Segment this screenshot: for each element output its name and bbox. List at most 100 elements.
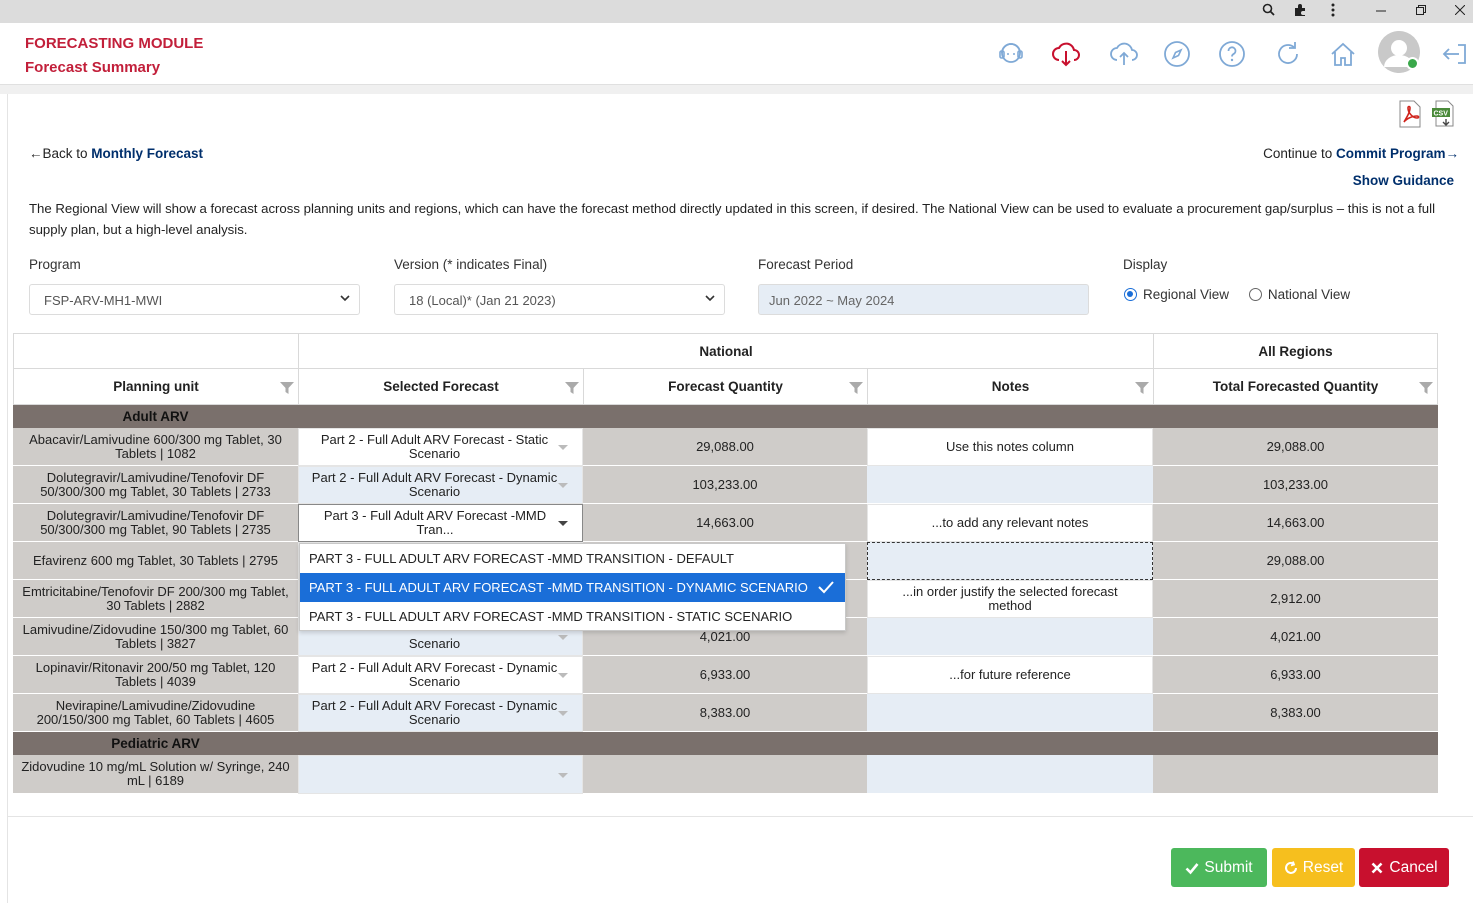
- extensions-icon[interactable]: [1293, 3, 1307, 21]
- forecast-quantity-cell: 29,088.00: [583, 428, 867, 466]
- forecast-period-label: Forecast Period: [758, 257, 854, 272]
- logout-icon[interactable]: [1440, 39, 1470, 69]
- selected-forecast-select[interactable]: Part 2 - Full Adult ARV Forecast - Stati…: [298, 428, 583, 466]
- dropdown-arrow-icon: [558, 635, 568, 640]
- notes-cell-focused[interactable]: [867, 542, 1153, 580]
- home-icon[interactable]: [1328, 39, 1358, 69]
- program-label: Program: [29, 257, 81, 272]
- selected-forecast-select[interactable]: [298, 755, 583, 794]
- notes-cell[interactable]: [867, 618, 1153, 656]
- notes-cell[interactable]: [867, 694, 1153, 732]
- column-header-total-forecasted-quantity[interactable]: Total Forecasted Quantity: [1153, 368, 1438, 405]
- check-icon: [818, 581, 834, 594]
- support-icon[interactable]: [996, 39, 1026, 69]
- continue-link[interactable]: Continue to Commit Program→: [1263, 146, 1459, 161]
- close-window-icon[interactable]: [1454, 3, 1466, 19]
- program-select[interactable]: FSP-ARV-MH1-MWI: [29, 284, 360, 315]
- notes-cell[interactable]: ...in order justify the selected forecas…: [867, 580, 1153, 618]
- filter-icon[interactable]: [1419, 382, 1433, 394]
- program-value: FSP-ARV-MH1-MWI: [44, 293, 163, 308]
- back-link-label[interactable]: Monthly Forecast: [91, 146, 203, 161]
- filter-icon[interactable]: [849, 382, 863, 394]
- pdf-export-icon[interactable]: [1397, 100, 1423, 128]
- selected-forecast-value: Part 2 - Full Adult ARV Forecast - Stati…: [320, 432, 549, 461]
- page-title: Forecast Summary: [25, 59, 161, 76]
- back-link[interactable]: ←Back to Monthly Forecast: [29, 146, 203, 161]
- total-forecasted-cell: 4,021.00: [1153, 618, 1438, 656]
- online-status-icon: [1406, 57, 1419, 70]
- column-header-label: Planning unit: [113, 379, 199, 394]
- planning-unit-cell: Dolutegravir/Lamivudine/Tenofovir DF 50/…: [13, 466, 298, 504]
- submit-button[interactable]: Submit: [1171, 848, 1267, 887]
- dropdown-option[interactable]: PART 3 - FULL ADULT ARV FORECAST -MMD TR…: [300, 602, 845, 631]
- planning-unit-cell: Efavirenz 600 mg Tablet, 30 Tablets | 27…: [13, 542, 298, 580]
- column-header-label: Total Forecasted Quantity: [1212, 379, 1379, 394]
- continue-link-label[interactable]: Commit Program→: [1336, 146, 1459, 161]
- forecast-quantity-cell: 14,663.00: [583, 504, 867, 542]
- zoom-icon[interactable]: [1262, 3, 1275, 20]
- reset-button[interactable]: Reset: [1272, 848, 1355, 887]
- dropdown-arrow-icon: [558, 445, 568, 450]
- radio-selected-icon[interactable]: [1124, 288, 1137, 301]
- notes-cell[interactable]: ...to add any relevant notes: [867, 504, 1153, 542]
- regional-view-label[interactable]: Regional View: [1143, 287, 1229, 302]
- page-gutter: [0, 85, 1473, 94]
- dropdown-arrow-icon: [558, 483, 568, 488]
- column-header-selected-forecast[interactable]: Selected Forecast: [298, 368, 584, 405]
- menu-kebab-icon[interactable]: [1331, 3, 1335, 21]
- total-forecasted-cell: [1153, 755, 1438, 794]
- restore-icon[interactable]: [1416, 3, 1426, 19]
- national-view-label[interactable]: National View: [1268, 287, 1350, 302]
- version-select[interactable]: 18 (Local)* (Jan 21 2023): [394, 284, 725, 315]
- module-title: FORECASTING MODULE: [25, 35, 204, 52]
- selected-forecast-value: Part 2 - Full Adult ARV Forecast - Dynam…: [311, 470, 558, 499]
- cloud-upload-icon[interactable]: [1109, 39, 1139, 69]
- help-icon[interactable]: [1217, 39, 1247, 69]
- planning-unit-cell: Nevirapine/Lamivudine/Zidovudine 200/150…: [13, 694, 298, 732]
- dropdown-arrow-icon: [558, 772, 568, 778]
- radio-unselected-icon[interactable]: [1248, 288, 1262, 301]
- header-national-label: National: [699, 343, 753, 359]
- csv-export-icon[interactable]: CSV: [1431, 100, 1457, 128]
- column-header-label: Notes: [991, 379, 1030, 394]
- filter-icon[interactable]: [1135, 382, 1149, 394]
- cancel-button[interactable]: Cancel: [1359, 848, 1449, 887]
- forecast-quantity-cell: 8,383.00: [583, 694, 867, 732]
- chevron-down-icon: [705, 295, 715, 302]
- selected-forecast-select[interactable]: Part 2 - Full Adult ARV Forecast - Dynam…: [298, 694, 583, 732]
- refresh-icon[interactable]: [1273, 39, 1303, 69]
- minimize-icon[interactable]: [1376, 3, 1386, 19]
- display-radio-group: Regional View National View: [1124, 287, 1350, 302]
- dropdown-option[interactable]: PART 3 - FULL ADULT ARV FORECAST -MMD TR…: [300, 544, 845, 573]
- selected-forecast-select[interactable]: Part 2 - Full Adult ARV Forecast - Dynam…: [298, 466, 583, 504]
- regional-view-radio[interactable]: Regional View: [1124, 287, 1229, 302]
- filter-icon[interactable]: [280, 382, 294, 394]
- national-view-radio[interactable]: National View: [1248, 287, 1350, 302]
- compass-icon[interactable]: [1162, 39, 1192, 69]
- back-link-prefix: ←Back to: [29, 146, 92, 161]
- continue-link-prefix: Continue to: [1263, 146, 1336, 161]
- selected-forecast-select-active[interactable]: Part 3 - Full Adult ARV Forecast -MMD Tr…: [298, 504, 583, 542]
- column-header-planning-unit[interactable]: Planning unit: [13, 368, 299, 405]
- notes-cell[interactable]: Use this notes column: [867, 428, 1153, 466]
- forecast-quantity-cell: 103,233.00: [583, 466, 867, 504]
- svg-text:CSV: CSV: [1434, 111, 1449, 118]
- dropdown-arrow-icon: [558, 711, 568, 716]
- forecast-options-dropdown: PART 3 - FULL ADULT ARV FORECAST -MMD TR…: [299, 543, 846, 631]
- chevron-down-icon: [340, 295, 350, 302]
- column-header-notes[interactable]: Notes: [867, 368, 1154, 405]
- show-guidance-link[interactable]: Show Guidance: [1353, 173, 1454, 188]
- notes-cell[interactable]: [867, 466, 1153, 504]
- planning-unit-cell: Emtricitabine/Tenofovir DF 200/300 mg Ta…: [13, 580, 298, 618]
- column-header-forecast-quantity[interactable]: Forecast Quantity: [583, 368, 868, 405]
- dropdown-arrow-icon: [558, 521, 568, 526]
- notes-cell[interactable]: [867, 755, 1153, 794]
- cloud-download-icon[interactable]: [1051, 39, 1081, 69]
- notes-cell[interactable]: ...for future reference: [867, 656, 1153, 694]
- browser-chrome: [0, 0, 1473, 23]
- dropdown-arrow-icon: [558, 673, 568, 678]
- selected-forecast-value: Part 3 - Full Adult ARV Forecast -MMD Tr…: [323, 508, 547, 537]
- selected-forecast-select[interactable]: Part 2 - Full Adult ARV Forecast - Dynam…: [298, 656, 583, 694]
- filter-icon[interactable]: [565, 382, 579, 394]
- dropdown-option-selected[interactable]: PART 3 - FULL ADULT ARV FORECAST -MMD TR…: [300, 573, 845, 602]
